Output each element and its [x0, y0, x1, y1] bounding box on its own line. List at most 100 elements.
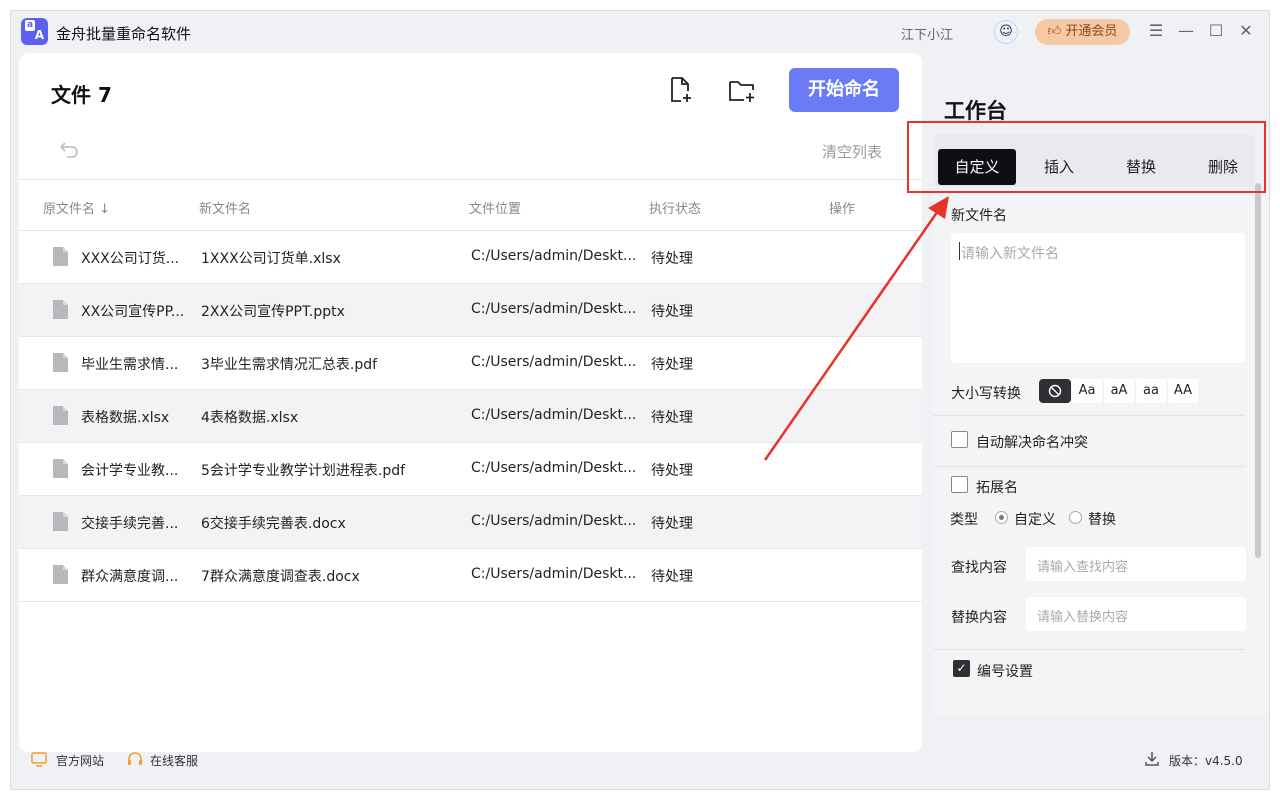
auto-conflict-checkbox[interactable]	[951, 431, 968, 448]
case-option-upper[interactable]: AA	[1168, 379, 1198, 403]
undo-icon[interactable]	[57, 137, 81, 161]
title-bar: aA 金舟批量重命名软件 江下小江 ☺ 👍︎ 开通会员 ☰ — ☐ ✕	[11, 11, 1269, 53]
original-name: 会计学专业教...	[81, 463, 179, 479]
numbering-label: 编号设置	[977, 664, 1033, 680]
file-icon	[53, 512, 68, 531]
column-status: 执行状态	[649, 202, 702, 217]
find-label: 查找内容	[951, 560, 1007, 576]
extension-label: 拓展名	[976, 480, 1018, 496]
file-icon	[53, 565, 68, 584]
table-row[interactable]: XX公司宣传PP... 2XX公司宣传PPT.pptx C:/Users/adm…	[19, 284, 922, 337]
original-name: 毕业生需求情...	[81, 357, 179, 373]
status-text: 待处理	[651, 251, 693, 267]
extension-checkbox[interactable]	[951, 476, 968, 493]
new-name: 6交接手续完善表.docx	[201, 516, 346, 532]
online-support-link[interactable]: 在线客服	[150, 752, 198, 769]
table-row[interactable]: 表格数据.xlsx 4表格数据.xlsx C:/Users/admin/Desk…	[19, 390, 922, 443]
vip-label: 开通会员	[1065, 24, 1118, 39]
status-text: 待处理	[651, 569, 693, 585]
file-icon	[53, 459, 68, 478]
case-option-invert[interactable]: aA	[1104, 379, 1134, 403]
case-option-lower[interactable]: aa	[1136, 379, 1166, 403]
table-header: 原文件名 ↓ 新文件名 文件位置 执行状态 操作	[19, 180, 922, 231]
maximize-button[interactable]: ☐	[1205, 20, 1227, 42]
table-row[interactable]: 交接手续完善... 6交接手续完善表.docx C:/Users/admin/D…	[19, 496, 922, 549]
new-name: 3毕业生需求情况汇总表.pdf	[201, 357, 378, 373]
close-button[interactable]: ✕	[1235, 20, 1257, 42]
version-label: 版本：v4.5.0	[1169, 754, 1243, 768]
type-custom-radio[interactable]	[995, 511, 1008, 524]
file-location: C:/Users/admin/Deskt...	[471, 566, 637, 582]
no-change-icon	[1048, 384, 1062, 398]
divider	[933, 415, 1245, 416]
new-name: 7群众满意度调查表.docx	[201, 569, 360, 585]
type-custom-label: 自定义	[1014, 512, 1056, 528]
case-none-option[interactable]	[1039, 379, 1071, 403]
file-location: C:/Users/admin/Deskt...	[471, 407, 637, 423]
type-label: 类型	[950, 512, 978, 528]
menu-icon[interactable]: ☰	[1145, 20, 1167, 42]
new-name: 5会计学专业教学计划进程表.pdf	[201, 463, 406, 479]
thumb-up-icon: 👍︎	[1047, 24, 1062, 39]
auto-conflict-label: 自动解决命名冲突	[976, 435, 1088, 451]
clear-list-button[interactable]: 清空列表	[822, 141, 882, 162]
headset-icon	[128, 752, 142, 765]
file-icon	[53, 247, 68, 266]
text-caret	[959, 242, 960, 260]
status-text: 待处理	[651, 304, 693, 320]
username[interactable]: 江下小江	[901, 24, 953, 43]
new-name-placeholder: 请输入新文件名	[961, 246, 1059, 262]
file-location: C:/Users/admin/Deskt...	[471, 248, 637, 264]
new-name-label: 新文件名	[951, 208, 1007, 224]
table-row[interactable]: XXX公司订货... 1XXX公司订货单.xlsx C:/Users/admin…	[19, 231, 922, 284]
original-name: 群众满意度调...	[81, 569, 179, 585]
divider	[933, 466, 1245, 467]
replace-label: 替换内容	[951, 610, 1007, 626]
type-replace-radio[interactable]	[1069, 511, 1082, 524]
column-original-name[interactable]: 原文件名 ↓	[43, 198, 110, 217]
status-text: 待处理	[651, 410, 693, 426]
original-name: 交接手续完善...	[81, 516, 179, 532]
table-row[interactable]: 毕业生需求情... 3毕业生需求情况汇总表.pdf C:/Users/admin…	[19, 337, 922, 390]
download-icon	[1145, 752, 1159, 766]
column-actions: 操作	[829, 202, 856, 217]
status-text: 待处理	[651, 463, 693, 479]
replace-input[interactable]: 请输入替换内容	[1026, 597, 1246, 631]
minimize-button[interactable]: —	[1175, 20, 1197, 42]
file-location: C:/Users/admin/Deskt...	[471, 301, 637, 317]
official-website-link[interactable]: 官方网站	[56, 752, 104, 769]
numbering-checkbox[interactable]: ✓	[953, 660, 970, 677]
replace-placeholder: 请输入替换内容	[1037, 610, 1129, 625]
app-logo-icon: aA	[21, 18, 48, 45]
case-convert-label: 大小写转换	[951, 386, 1021, 402]
divider	[933, 649, 1245, 650]
table-row[interactable]: 群众满意度调... 7群众满意度调查表.docx C:/Users/admin/…	[19, 549, 922, 602]
new-name: 4表格数据.xlsx	[201, 410, 299, 426]
file-icon	[53, 300, 68, 319]
website-icon	[31, 752, 47, 767]
new-name: 2XX公司宣传PPT.pptx	[201, 304, 345, 320]
file-location: C:/Users/admin/Deskt...	[471, 513, 637, 529]
find-placeholder: 请输入查找内容	[1037, 560, 1129, 575]
case-option-capitalize[interactable]: Aa	[1072, 379, 1102, 403]
column-location: 文件位置	[469, 202, 522, 217]
workbench-scrollbar[interactable]	[1255, 183, 1261, 558]
avatar[interactable]: ☺	[994, 20, 1018, 44]
new-name-input[interactable]: 请输入新文件名	[951, 233, 1245, 363]
file-list-panel: 文件 7 开始命名 清空列表 原文件名 ↓ 新文件名 文件位置 执行状态 操作	[19, 53, 922, 752]
original-name: XX公司宣传PP...	[81, 304, 185, 320]
start-rename-button[interactable]: 开始命名	[789, 68, 899, 112]
file-icon	[53, 406, 68, 425]
original-name: 表格数据.xlsx	[81, 410, 170, 426]
file-table-body: XXX公司订货... 1XXX公司订货单.xlsx C:/Users/admin…	[19, 231, 922, 602]
original-name: XXX公司订货...	[81, 251, 180, 267]
file-location: C:/Users/admin/Deskt...	[471, 354, 637, 370]
app-title: 金舟批量重命名软件	[56, 25, 192, 43]
status-text: 待处理	[651, 357, 693, 373]
add-folder-icon[interactable]	[727, 75, 757, 105]
find-input[interactable]: 请输入查找内容	[1026, 547, 1246, 581]
files-title: 文件 7	[51, 83, 112, 107]
add-file-icon[interactable]	[665, 75, 695, 105]
table-row[interactable]: 会计学专业教... 5会计学专业教学计划进程表.pdf C:/Users/adm…	[19, 443, 922, 496]
vip-button[interactable]: 👍︎ 开通会员	[1035, 19, 1130, 45]
